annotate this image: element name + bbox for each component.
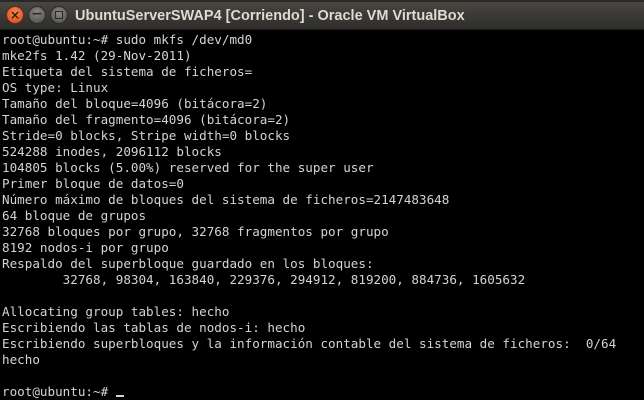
minimize-icon: − [31, 6, 43, 22]
terminal-line-text: 32768 bloques por grupo, 32768 fragmento… [2, 224, 389, 239]
window-title: UbuntuServerSWAP4 [Corriendo] - Oracle V… [75, 8, 465, 24]
terminal-screen[interactable]: root@ubuntu:~# sudo mkfs /dev/md0 mke2fs … [0, 30, 644, 400]
terminal-line: Tamaño del fragmento=4096 (bitácora=2) [2, 112, 290, 128]
window-titlebar[interactable]: × − UbuntuServerSWAP4 [Corriendo] - Orac… [0, 0, 644, 30]
terminal-line-text: Escribiendo superbloques y la informació… [2, 336, 617, 351]
terminal-line-text: Tamaño del fragmento=4096 (bitácora=2) [2, 112, 291, 127]
terminal-cursor [115, 395, 124, 397]
terminal-prompt-line: root@ubuntu:~# [2, 384, 124, 400]
terminal-line: 8192 nodos-i por grupo [2, 240, 169, 256]
terminal-line: root@ubuntu:~# sudo mkfs /dev/md0 [2, 32, 252, 48]
terminal-line-text: Respaldo del superbloque guardado en los… [2, 256, 374, 271]
terminal-line: Escribiendo superbloques y la informació… [2, 336, 616, 352]
close-icon: × [9, 8, 21, 22]
terminal-line-text: 104805 blocks (5.00%) reserved for the s… [2, 160, 374, 175]
terminal-line: Número máximo de bloques del sistema de … [2, 192, 449, 208]
terminal-line-text: mke2fs 1.42 (29-Nov-2011) [2, 48, 192, 63]
terminal-line-text: 64 bloque de grupos [2, 208, 147, 223]
terminal-line-text: root@ubuntu:~# sudo mkfs /dev/md0 [2, 32, 253, 47]
terminal-line: 64 bloque de grupos [2, 208, 146, 224]
terminal-line-text: Primer bloque de datos=0 [2, 176, 184, 191]
terminal-line-text: 8192 nodos-i por grupo [2, 240, 169, 255]
close-window-button[interactable]: × [6, 6, 24, 24]
terminal-line-text: Stride=0 blocks, Stripe width=0 blocks [2, 128, 291, 143]
terminal-line: 32768 bloques por grupo, 32768 fragmento… [2, 224, 389, 240]
terminal-line-text: Etiqueta del sistema de ficheros= [2, 64, 253, 79]
terminal-line-text: Número máximo de bloques del sistema de … [2, 192, 450, 207]
terminal-line-text: root@ubuntu:~# [2, 384, 116, 399]
terminal-line: 104805 blocks (5.00%) reserved for the s… [2, 160, 374, 176]
terminal-line: hecho [2, 352, 40, 368]
terminal-line-text: 524288 inodes, 2096112 blocks [2, 144, 222, 159]
terminal-line: Respaldo del superbloque guardado en los… [2, 256, 374, 272]
minimize-window-button[interactable]: − [28, 6, 46, 24]
virtualbox-window: × − UbuntuServerSWAP4 [Corriendo] - Orac… [0, 0, 644, 400]
terminal-line: mke2fs 1.42 (29-Nov-2011) [2, 48, 192, 64]
terminal-line-text: Escribiendo las tablas de nodos-i: hecho [2, 320, 306, 335]
terminal-line-text: Allocating group tables: hecho [2, 304, 230, 319]
terminal-line-text: hecho [2, 352, 40, 367]
terminal-line: 32768, 98304, 163840, 229376, 294912, 81… [2, 272, 526, 288]
terminal-line-text: 32768, 98304, 163840, 229376, 294912, 81… [2, 272, 526, 287]
maximize-icon [55, 11, 63, 19]
terminal-line: OS type: Linux [2, 80, 108, 96]
maximize-window-button[interactable] [50, 6, 68, 24]
terminal-line-text: Tamaño del bloque=4096 (bitácora=2) [2, 96, 268, 111]
terminal-line: Allocating group tables: hecho [2, 304, 229, 320]
terminal-line: Escribiendo las tablas de nodos-i: hecho [2, 320, 305, 336]
terminal-line: 524288 inodes, 2096112 blocks [2, 144, 222, 160]
terminal-line: Stride=0 blocks, Stripe width=0 blocks [2, 128, 290, 144]
terminal-line: Etiqueta del sistema de ficheros= [2, 64, 252, 80]
terminal-line-text: OS type: Linux [2, 80, 109, 95]
terminal-line: Tamaño del bloque=4096 (bitácora=2) [2, 96, 267, 112]
terminal-line: Primer bloque de datos=0 [2, 176, 184, 192]
